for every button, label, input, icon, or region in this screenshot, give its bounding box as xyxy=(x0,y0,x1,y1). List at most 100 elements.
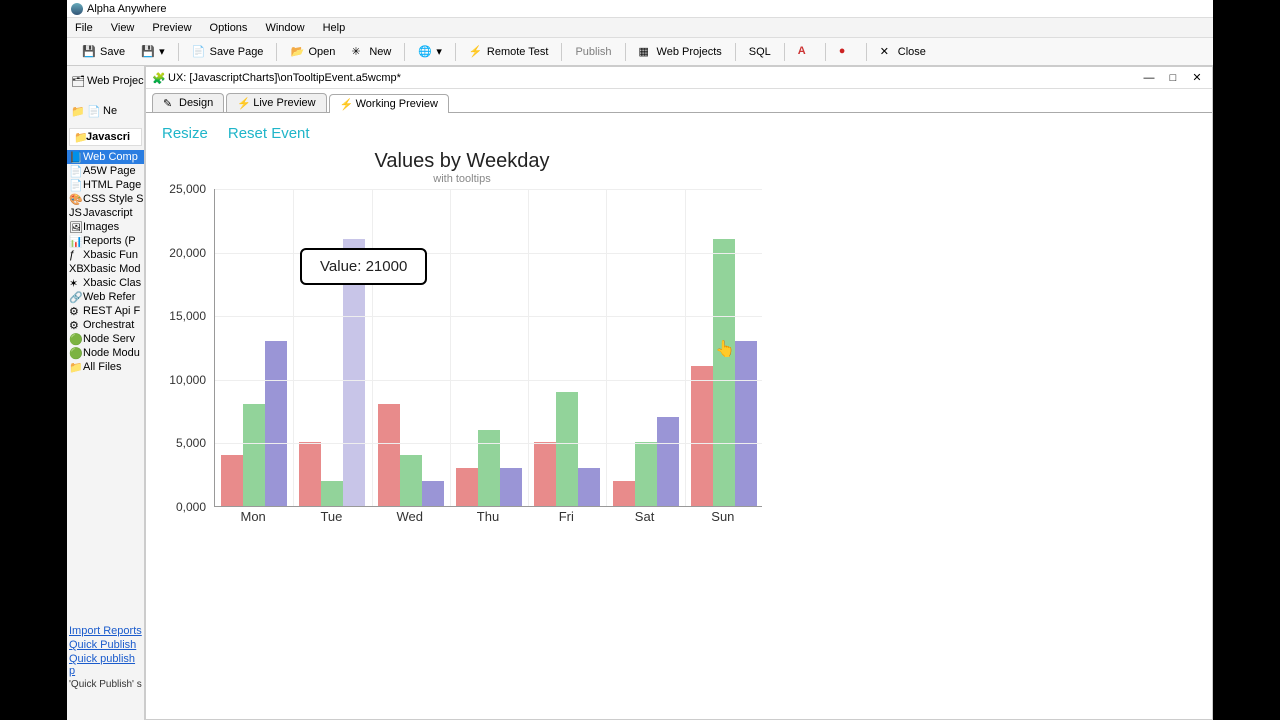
save-dropdown-button[interactable]: 💾▾ xyxy=(134,42,172,62)
open-button[interactable]: 📂Open xyxy=(283,42,342,62)
bar[interactable] xyxy=(613,481,635,506)
y-tick-label: 0,000 xyxy=(176,500,206,514)
sidebar-item[interactable]: ƒXbasic Fun xyxy=(67,248,144,262)
menu-file[interactable]: File xyxy=(75,22,93,34)
bar[interactable] xyxy=(500,468,522,506)
bar[interactable] xyxy=(378,404,400,506)
bar[interactable] xyxy=(691,366,713,506)
close-window-button[interactable]: ✕ xyxy=(1188,71,1206,85)
action-links: Resize Reset Event xyxy=(162,125,1196,142)
document-title: UX: [JavascriptCharts]\onTooltipEvent.a5… xyxy=(168,72,401,84)
bar[interactable] xyxy=(578,468,600,506)
minimize-button[interactable]: — xyxy=(1140,71,1158,85)
browser-dropdown-button[interactable]: 🌐▾ xyxy=(411,42,449,62)
menu-options[interactable]: Options xyxy=(210,22,248,34)
item-label: Javascript xyxy=(83,207,133,219)
bar-group xyxy=(691,239,757,506)
sidebar-project-folder[interactable]: 📁 Javascri xyxy=(69,128,142,146)
maximize-button[interactable]: □ xyxy=(1164,71,1182,85)
bar[interactable] xyxy=(478,430,500,506)
new-button[interactable]: ✳New xyxy=(344,42,398,62)
tab-working-preview[interactable]: ⚡Working Preview xyxy=(329,94,449,113)
remote-test-button[interactable]: ⚡Remote Test xyxy=(462,42,556,62)
sidebar-title: Web Projec xyxy=(87,75,144,87)
close-button[interactable]: ✕Close xyxy=(873,42,933,62)
reset-event-link[interactable]: Reset Event xyxy=(228,125,310,142)
gridline-v xyxy=(685,189,686,506)
bolt-icon: ⚡ xyxy=(469,45,483,59)
menu-preview[interactable]: Preview xyxy=(152,22,191,34)
folder-open-icon: 📂 xyxy=(290,45,304,59)
sidebar-item[interactable]: XBXbasic Mod xyxy=(67,262,144,276)
bar[interactable] xyxy=(534,442,556,506)
sidebar-item[interactable]: 📊Reports (P xyxy=(67,234,144,248)
gridline-v xyxy=(528,189,529,506)
bar[interactable] xyxy=(243,404,265,506)
sidebar-item[interactable]: 📄HTML Page xyxy=(67,178,144,192)
sidebar-item[interactable]: 🟢Node Serv xyxy=(67,332,144,346)
sidebar-item[interactable]: JSJavascript xyxy=(67,206,144,220)
sql-button[interactable]: SQL xyxy=(742,43,778,61)
bar[interactable] xyxy=(321,481,343,506)
gridline-h xyxy=(215,443,762,444)
bar[interactable] xyxy=(556,392,578,506)
import-reports-link[interactable]: Import Reports xyxy=(69,625,144,637)
bar[interactable] xyxy=(400,455,422,506)
gridline-v xyxy=(372,189,373,506)
resize-link[interactable]: Resize xyxy=(162,125,208,142)
record-button[interactable]: ● xyxy=(832,42,860,62)
bar[interactable] xyxy=(713,239,735,506)
app-title: Alpha Anywhere xyxy=(87,3,167,15)
title-bar: Alpha Anywhere xyxy=(67,0,1213,18)
x-axis-labels: MonTueWedThuFriSatSun xyxy=(214,509,762,529)
sidebar-item[interactable]: 🟢Node Modu xyxy=(67,346,144,360)
bars-container xyxy=(215,189,762,506)
item-label: Node Modu xyxy=(83,347,140,359)
document-window: 🧩 UX: [JavascriptCharts]\onTooltipEvent.… xyxy=(145,66,1213,720)
bar[interactable] xyxy=(657,417,679,506)
bar[interactable] xyxy=(456,468,478,506)
save-button[interactable]: 💾Save xyxy=(75,42,132,62)
save-page-button[interactable]: 📄Save Page xyxy=(185,42,271,62)
x-tick-label: Thu xyxy=(477,509,499,524)
bar[interactable] xyxy=(299,442,321,506)
web-projects-button[interactable]: ▦Web Projects xyxy=(632,42,729,62)
y-tick-label: 20,000 xyxy=(169,246,206,260)
sidebar-item[interactable]: 📁All Files xyxy=(67,360,144,374)
bar[interactable] xyxy=(265,341,287,506)
record-icon: ● xyxy=(839,45,853,59)
bar[interactable] xyxy=(422,481,444,506)
sidebar-item[interactable]: 🔗Web Refer xyxy=(67,290,144,304)
grid-icon: ▦ xyxy=(639,45,653,59)
menu-view[interactable]: View xyxy=(111,22,135,34)
bolt-icon: ⚡ xyxy=(237,97,249,109)
sidebar: 🗂 Web Projec 📁 📄 Ne 📁 Javascri 📘Web Comp… xyxy=(67,66,145,720)
sidebar-item[interactable]: ⚙REST Api F xyxy=(67,304,144,318)
tab-live-preview[interactable]: ⚡Live Preview xyxy=(226,93,326,112)
bar[interactable] xyxy=(735,341,757,506)
item-icon: JS xyxy=(69,207,81,219)
font-button[interactable]: A xyxy=(791,42,819,62)
tab-design[interactable]: ✎Design xyxy=(152,93,224,112)
bar[interactable] xyxy=(635,442,657,506)
sidebar-item[interactable]: 📘Web Comp xyxy=(67,150,144,164)
menu-window[interactable]: Window xyxy=(265,22,304,34)
tools-icon: ✎ xyxy=(163,97,175,109)
sidebar-item[interactable]: ✶Xbasic Clas xyxy=(67,276,144,290)
gridline-v xyxy=(293,189,294,506)
bar[interactable] xyxy=(221,455,243,506)
chart-area[interactable]: 0,0005,00010,00015,00020,00025,000 MonTu… xyxy=(162,189,762,529)
sidebar-item[interactable]: 🖼Images xyxy=(67,220,144,234)
sidebar-item[interactable]: ⚙Orchestrat xyxy=(67,318,144,332)
y-tick-label: 10,000 xyxy=(169,373,206,387)
chart-tooltip: Value: 21000 xyxy=(300,248,427,285)
quick-publish-p-link[interactable]: Quick publish p xyxy=(69,653,144,677)
quick-publish-link[interactable]: Quick Publish xyxy=(69,639,144,651)
publish-button[interactable]: Publish xyxy=(568,43,618,61)
sidebar-item[interactable]: 📄A5W Page xyxy=(67,164,144,178)
sidebar-item[interactable]: 🎨CSS Style S xyxy=(67,192,144,206)
menu-help[interactable]: Help xyxy=(323,22,346,34)
project-icon: 🗂 xyxy=(71,75,83,87)
item-label: Web Comp xyxy=(83,151,138,163)
close-icon: ✕ xyxy=(880,45,894,59)
